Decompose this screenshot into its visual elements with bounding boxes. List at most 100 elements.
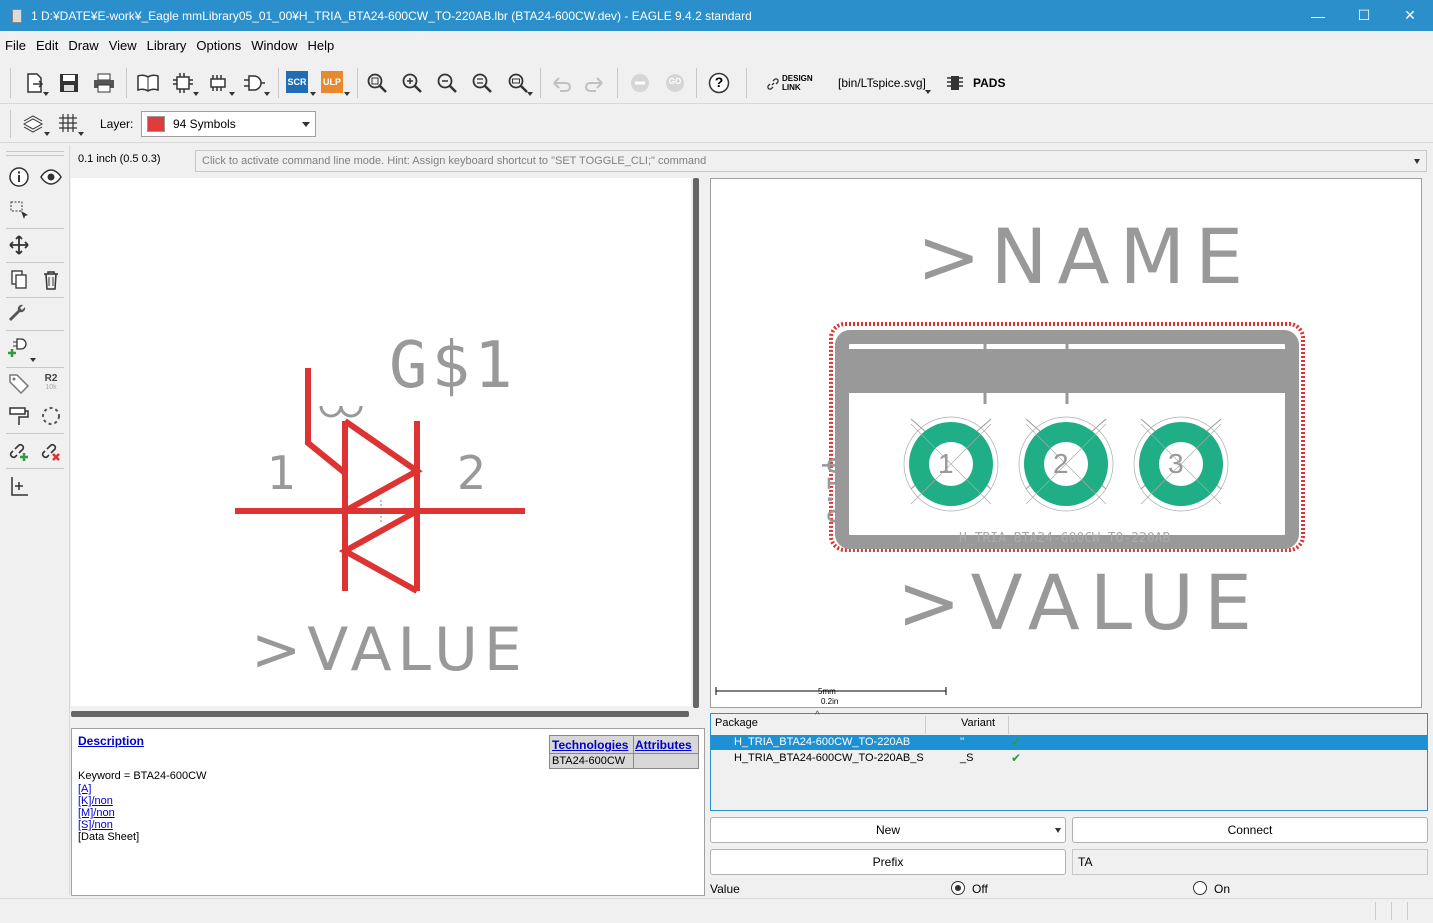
attributes-link[interactable]: Attributes	[635, 738, 692, 752]
description-panel: Description Keyword = BTA24-600CW [A] [K…	[71, 728, 705, 896]
symbol-dropdown-icon[interactable]	[264, 92, 270, 96]
r2-label: R2	[44, 373, 58, 384]
symbol-horizontal-scrollbar[interactable]	[71, 711, 689, 717]
attribute-tag-icon[interactable]	[6, 370, 32, 396]
prefix-button[interactable]: Prefix	[710, 849, 1066, 875]
move-icon[interactable]	[6, 232, 32, 258]
redo-icon[interactable]	[582, 70, 608, 96]
ulp-button[interactable]: ULP	[321, 71, 343, 93]
device-dropdown-icon[interactable]	[229, 92, 235, 96]
ltspice-dropdown-icon[interactable]	[925, 90, 931, 94]
zoom-dropdown-icon[interactable]	[527, 92, 533, 96]
scale-bottom-label: 0.2in	[821, 697, 839, 706]
column-divider	[925, 716, 926, 734]
scr-dropdown-icon[interactable]	[310, 92, 316, 96]
zoom-in-icon[interactable]	[399, 70, 425, 96]
command-history-dropdown-icon[interactable]	[1414, 159, 1420, 164]
group-select-icon[interactable]	[6, 197, 32, 223]
chevron-down-icon	[1055, 828, 1061, 833]
package-canvas[interactable]: >NAME 1 2 3 φ1.0 H_TRIA_BTA24-600CW_TO-2…	[710, 178, 1422, 708]
description-link[interactable]: Description	[78, 734, 144, 748]
value-off-radio[interactable]	[951, 881, 965, 895]
description-link-s[interactable]: [S]/non	[78, 819, 113, 831]
ltspice-button[interactable]: [bin/LTspice.svg]	[838, 76, 926, 90]
table-row[interactable]: H_TRIA_BTA24-600CW_TO-220AB '' ✔	[711, 735, 1427, 750]
device-icon[interactable]	[205, 70, 231, 96]
zoom-select-icon[interactable]	[469, 70, 495, 96]
menu-draw[interactable]: Draw	[63, 31, 103, 61]
menu-window[interactable]: Window	[246, 31, 302, 61]
layer-toolbar: Layer: 94 Symbols	[0, 105, 1433, 143]
value-r2-button[interactable]: R2 10k	[38, 370, 64, 396]
close-button[interactable]: ✕	[1387, 0, 1433, 31]
radio-dot	[955, 885, 961, 891]
package-dropdown-icon[interactable]	[193, 92, 199, 96]
help-button[interactable]: ?	[706, 70, 732, 96]
description-link-m[interactable]: [M]/non	[78, 807, 115, 819]
zoom-fit-icon[interactable]	[364, 70, 390, 96]
undo-icon[interactable]	[548, 70, 574, 96]
connect-add-icon[interactable]	[6, 438, 32, 464]
zoom-out-icon[interactable]	[434, 70, 460, 96]
ulp-dropdown-icon[interactable]	[344, 92, 350, 96]
description-link-k[interactable]: [K]/non	[78, 795, 113, 807]
technologies-link[interactable]: Technologies	[552, 738, 628, 752]
maximize-button[interactable]: ☐	[1341, 0, 1387, 31]
menu-help[interactable]: Help	[302, 31, 339, 61]
smash-icon[interactable]	[38, 403, 64, 429]
pads-chip-icon	[946, 74, 964, 95]
table-row[interactable]: H_TRIA_BTA24-600CW_TO-220AB_S _S ✔	[711, 751, 1427, 766]
menu-file[interactable]: File	[0, 31, 31, 61]
technologies-table: Technologies Attributes BTA24-600CW	[549, 735, 699, 769]
row-variant: _S	[960, 752, 974, 764]
paint-roller-icon[interactable]	[6, 403, 32, 429]
variant-column-header[interactable]: Variant	[961, 717, 995, 729]
package-column-header[interactable]: Package	[715, 717, 758, 729]
package-outline-name: H_TRIA_BTA24-600CW_TO-220AB	[959, 531, 1171, 546]
layer-color-swatch	[147, 116, 165, 132]
info-icon[interactable]	[6, 164, 32, 190]
symbol-vertical-scrollbar[interactable]	[693, 178, 699, 708]
new-button[interactable]: New	[710, 817, 1066, 843]
design-link-button[interactable]: DESIGN LINK	[767, 74, 817, 94]
menu-view[interactable]: View	[104, 31, 142, 61]
pad2-label: 2	[1053, 448, 1069, 479]
layers-dropdown-icon[interactable]	[44, 132, 50, 136]
symbol-canvas[interactable]: 1 2 3 G$1 >VALUE	[71, 178, 691, 706]
save-icon[interactable]	[56, 70, 82, 96]
grid-dropdown-icon[interactable]	[78, 132, 84, 136]
pads-button[interactable]: PADS	[973, 76, 1005, 90]
prefix-field[interactable]: TA	[1072, 849, 1428, 875]
pad1-label: 1	[938, 448, 954, 479]
library-book-icon[interactable]	[135, 70, 161, 96]
show-eye-icon[interactable]	[38, 164, 64, 190]
new-file-dropdown-icon[interactable]	[43, 92, 49, 96]
print-icon[interactable]	[91, 70, 117, 96]
menu-options[interactable]: Options	[191, 31, 246, 61]
wrench-icon[interactable]	[6, 300, 32, 326]
connect-remove-icon[interactable]	[38, 438, 64, 464]
add-part-icon[interactable]	[6, 335, 32, 361]
scr-script-button[interactable]: SCR	[286, 71, 308, 93]
description-link-a[interactable]: [A]	[78, 783, 91, 795]
layers-icon[interactable]	[20, 110, 46, 136]
check-icon: ✔	[1011, 751, 1022, 765]
minimize-button[interactable]: —	[1295, 0, 1341, 31]
stop-icon[interactable]	[627, 70, 653, 96]
value-on-label: On	[1214, 882, 1231, 896]
go-button[interactable]: GO	[662, 70, 688, 96]
menu-library[interactable]: Library	[142, 31, 192, 61]
package-variant-table: Package ^ Variant H_TRIA_BTA24-600CW_TO-…	[710, 710, 1428, 811]
command-line-input[interactable]: Click to activate command line mode. Hin…	[195, 150, 1427, 172]
add-part-dropdown-icon[interactable]	[30, 358, 36, 362]
menu-edit[interactable]: Edit	[31, 31, 63, 61]
layer-select[interactable]: 94 Symbols	[141, 111, 316, 137]
technology-value: BTA24-600CW	[552, 755, 626, 767]
row-variant: ''	[960, 736, 965, 748]
connect-button[interactable]: Connect	[1072, 817, 1428, 843]
design-link-line1: DESIGN	[782, 74, 813, 83]
delete-trash-icon[interactable]	[38, 267, 64, 293]
value-on-radio[interactable]	[1193, 881, 1207, 895]
mark-origin-icon[interactable]	[6, 473, 32, 499]
copy-icon[interactable]	[6, 267, 32, 293]
